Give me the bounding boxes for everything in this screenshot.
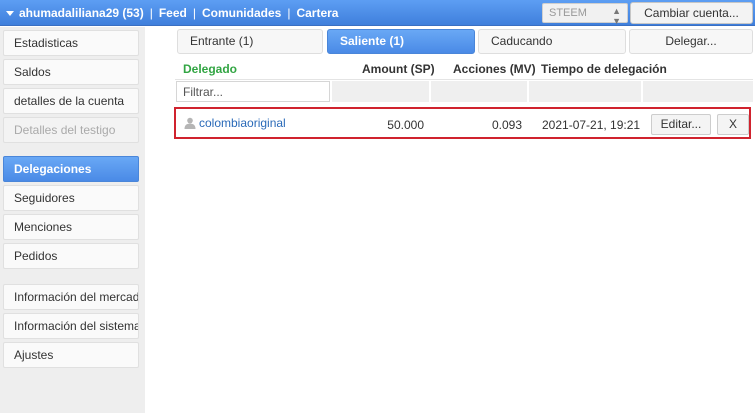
sidebar-item-witness-details: Detalles del testigo [3,117,139,143]
top-nav: ahumadaliliana29 (53) | Feed | Comunidad… [6,0,338,26]
column-header-time[interactable]: Tiempo de delegación [541,62,667,76]
nav-feed[interactable]: Feed [159,6,187,20]
sidebar-item-account-details[interactable]: detalles de la cuenta [3,88,139,114]
amount-value: 50.000 [387,118,424,132]
table-row: colombiaoriginal 50.000 0.093 2021-07-21… [174,107,751,139]
sidebar-item-delegations[interactable]: Delegaciones [3,156,139,182]
dropdown-arrow-icon: ▲ ▼ [612,6,621,26]
filter-cell [331,81,429,102]
top-bar: ahumadaliliana29 (53) | Feed | Comunidad… [0,0,755,26]
filter-cell [642,81,753,102]
chevron-down-icon[interactable] [6,10,14,16]
sidebar-item-mentions[interactable]: Menciones [3,214,139,240]
nav-wallet[interactable]: Cartera [296,6,338,20]
sidebar: Estadisticas Saldos detalles de la cuent… [0,27,145,413]
user-icon [184,117,196,129]
coin-select[interactable]: STEEM ▲ ▼ [542,3,628,26]
sidebar-item-market-info[interactable]: Información del mercado [3,284,139,310]
header-divider [175,79,753,80]
nav-separator: | [287,6,291,20]
sidebar-item-settings[interactable]: Ajustes [3,342,139,368]
switch-account-button[interactable]: Cambiar cuenta... [630,2,753,24]
tab-expiring[interactable]: Caducando [478,29,626,54]
filter-input[interactable] [176,81,330,102]
delegation-time: 2021-07-21, 19:21 [542,118,641,132]
tab-outgoing[interactable]: Saliente (1) [327,29,475,54]
sidebar-item-followers[interactable]: Seguidores [3,185,139,211]
filter-cell [430,81,527,102]
remove-button[interactable]: X [717,114,749,135]
nav-separator: | [149,6,153,20]
nav-communities[interactable]: Comunidades [202,6,281,20]
column-header-delegatee[interactable]: Delegado [183,62,237,76]
sidebar-item-balances[interactable]: Saldos [3,59,139,85]
delegate-button[interactable]: Delegar... [629,29,753,54]
filter-cell [528,81,641,102]
shares-value: 0.093 [491,118,522,132]
column-header-amount[interactable]: Amount (SP) [362,62,435,76]
sidebar-item-system-info[interactable]: Información del sistema [3,313,139,339]
edit-button[interactable]: Editar... [651,114,711,135]
coin-select-value: STEEM [549,7,587,19]
sidebar-item-orders[interactable]: Pedidos [3,243,139,269]
account-menu[interactable]: ahumadaliliana29 (53) [19,6,144,20]
nav-separator: | [192,6,196,20]
column-header-shares[interactable]: Acciones (MV) [453,62,536,76]
delegatee-link[interactable]: colombiaoriginal [199,116,286,130]
sidebar-item-stats[interactable]: Estadisticas [3,30,139,56]
tab-incoming[interactable]: Entrante (1) [177,29,323,54]
